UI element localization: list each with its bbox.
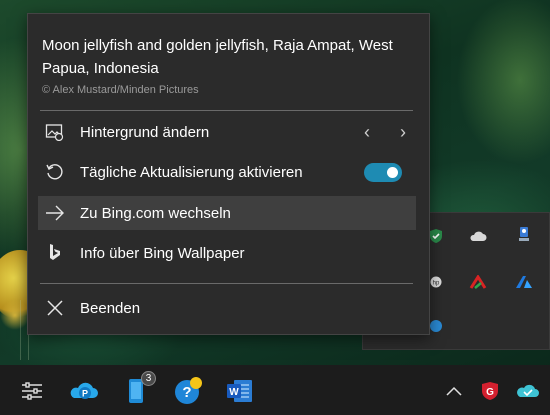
background-nav: ‹ ›	[364, 115, 416, 149]
daily-refresh-label: Tägliche Aktualisierung aktivieren	[80, 163, 303, 181]
about-bing-wallpaper-item[interactable]: Info über Bing Wallpaper	[38, 236, 416, 270]
next-background-button[interactable]: ›	[400, 122, 406, 143]
about-bing-wallpaper-label: Info über Bing Wallpaper	[80, 244, 245, 262]
settings-sliders-icon[interactable]	[16, 375, 48, 407]
svg-text:P: P	[82, 389, 88, 399]
svg-text:?: ?	[182, 384, 191, 401]
arrow-right-icon	[42, 203, 68, 223]
jellyfish-tentacle	[20, 300, 21, 360]
change-background-item[interactable]: Hintergrund ändern ‹ ›	[38, 115, 416, 149]
help-icon[interactable]: ?	[172, 375, 204, 407]
wallpaper-title: Moon jellyfish and golden jellyfish, Raj…	[42, 37, 393, 77]
menu-divider	[40, 110, 413, 111]
azure-icon[interactable]	[515, 273, 533, 291]
daily-refresh-item[interactable]: Tägliche Aktualisierung aktivieren	[38, 155, 416, 189]
golden-jellyfish	[0, 300, 30, 330]
daily-refresh-toggle[interactable]	[364, 163, 402, 182]
taskbar: P 3 ? W G	[0, 365, 550, 415]
word-icon[interactable]: W	[224, 375, 256, 407]
phone-link-icon[interactable]: 3	[120, 371, 156, 407]
refresh-icon	[42, 162, 68, 182]
exit-item[interactable]: Beenden	[38, 291, 416, 325]
go-to-bing-label: Zu Bing.com wechseln	[80, 204, 231, 222]
svg-text:W: W	[229, 387, 239, 398]
close-icon	[42, 298, 68, 318]
network-drive-icon[interactable]	[515, 225, 533, 243]
notification-badge: 3	[141, 371, 156, 386]
onedrive-personal-icon[interactable]: P	[68, 375, 100, 407]
bing-wallpaper-menu: Moon jellyfish and golden jellyfish, Raj…	[27, 13, 430, 335]
cloud-icon[interactable]	[469, 227, 487, 245]
menu-header: Moon jellyfish and golden jellyfish, Raj…	[42, 34, 412, 96]
change-background-label: Hintergrund ändern	[80, 123, 210, 141]
onedrive-sync-icon[interactable]	[512, 375, 544, 407]
red-green-arrow-icon[interactable]	[469, 273, 487, 291]
svg-text:G: G	[486, 387, 494, 398]
menu-divider	[40, 283, 413, 284]
chevron-up-icon[interactable]	[438, 375, 470, 407]
svg-text:hp: hp	[433, 281, 440, 287]
bing-icon	[42, 243, 68, 263]
exit-label: Beenden	[80, 299, 141, 317]
shield-g-icon[interactable]: G	[474, 375, 506, 407]
previous-background-button[interactable]: ‹	[364, 122, 370, 143]
go-to-bing-item[interactable]: Zu Bing.com wechseln	[38, 196, 416, 230]
wallpaper-credit: © Alex Mustard/Minden Pictures	[42, 84, 199, 96]
image-icon	[42, 122, 68, 142]
